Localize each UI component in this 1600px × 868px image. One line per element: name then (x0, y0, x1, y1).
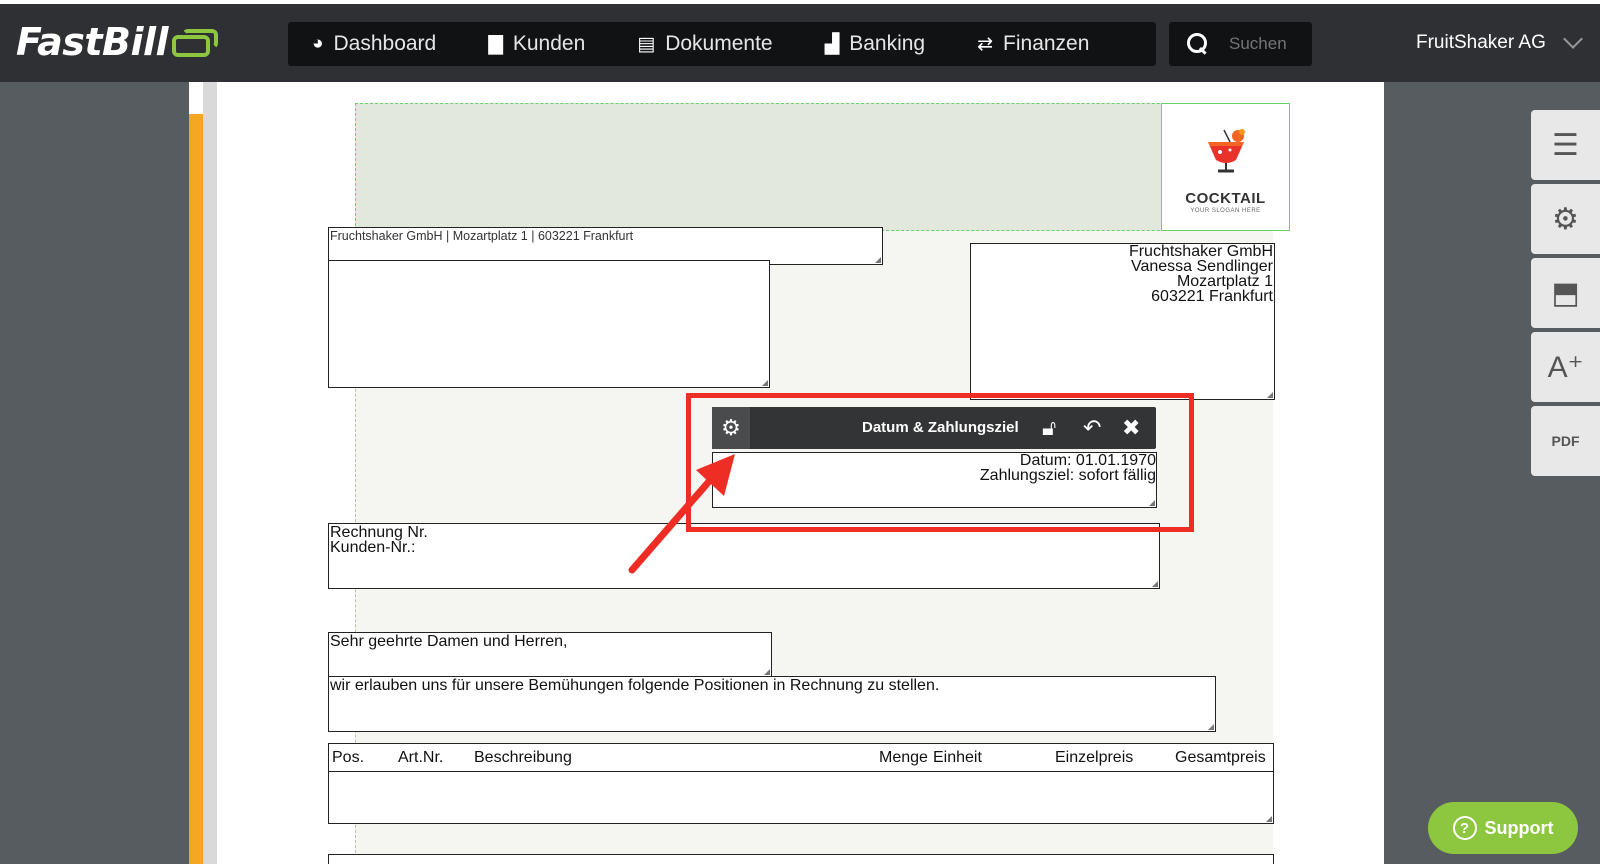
table-header: Pos. Art.Nr. Beschreibung Menge Einheit … (329, 744, 1273, 772)
greeting-block[interactable]: Sehr geehrte Damen und Herren, (328, 632, 772, 677)
logo-title: COCKTAIL (1185, 190, 1266, 207)
chevron-down-icon (1562, 29, 1583, 49)
address-street: Mozartplatz 1 (1176, 273, 1273, 290)
account-menu[interactable]: FruitShaker AG (1416, 29, 1583, 54)
settings-icon[interactable]: ⚙ (1531, 184, 1600, 254)
logo-slogan: YOUR SLOGAN HERE (1190, 208, 1261, 214)
vertical-ruler (189, 82, 203, 868)
nav-dashboard-label: Dashboard (333, 32, 437, 55)
nav-kunden[interactable]: ▇ Kunden (488, 32, 585, 56)
main-nav: ◕ Dashboard ▇ Kunden ▤ Dokumente ▟ Banki… (288, 22, 1156, 66)
column-header-menge: Menge (879, 749, 928, 766)
nav-kunden-label: Kunden (512, 32, 586, 55)
account-name: FruitShaker AG (1416, 32, 1546, 53)
column-header-einzelpreis: Einzelpreis (1055, 749, 1134, 766)
address-company: Fruchtshaker GmbH (1128, 243, 1273, 260)
transfer-icon: ⇄ (977, 33, 994, 55)
nav-banking-label: Banking (849, 32, 926, 55)
ruler-edge (203, 82, 217, 868)
annotation-highlight-frame (686, 393, 1194, 532)
briefcase-icon: ▇ (488, 33, 503, 55)
search-input[interactable] (1229, 34, 1309, 54)
column-header-pos: Pos. (332, 749, 365, 766)
pdf-download-icon[interactable]: PDF (1531, 406, 1600, 476)
column-header-beschreibung: Beschreibung (474, 749, 572, 766)
collapse-panel-icon[interactable]: ☰ (1531, 110, 1600, 180)
dashboard-icon: ◕ (312, 33, 324, 54)
recipient-address-block[interactable] (328, 260, 770, 388)
cocktail-glass-icon (1208, 129, 1245, 173)
column-header-einheit: Einheit (933, 749, 982, 766)
nav-finanzen-label: Finanzen (1003, 32, 1090, 55)
address-person: Vanessa Sendlinger (1130, 258, 1273, 275)
fastbill-logo[interactable]: FastBill (16, 20, 219, 64)
support-label: Support (1484, 817, 1554, 838)
left-panel (0, 82, 189, 868)
bar-chart-icon: ▟ (824, 33, 840, 55)
column-header-gesamtpreis: Gesamtpreis (1175, 749, 1266, 766)
add-text-icon[interactable]: A⁺ (1531, 332, 1600, 402)
address-city: 603221 Frankfurt (1151, 288, 1273, 305)
nav-dokumente[interactable]: ▤ Dokumente (637, 32, 772, 56)
search-icon[interactable] (1187, 33, 1209, 55)
logo-mark-icon (172, 27, 219, 57)
search-box (1169, 22, 1312, 66)
help-icon: ? (1452, 816, 1477, 840)
top-bar: FastBill ◕ Dashboard ▇ Kunden ▤ Dokument… (0, 0, 1600, 82)
document-icon: ▤ (637, 33, 656, 55)
nav-dashboard[interactable]: ◕ Dashboard (312, 32, 436, 56)
company-logo-block[interactable]: COCKTAIL YOUR SLOGAN HERE (1161, 103, 1290, 231)
company-address-block[interactable]: Fruchtshaker GmbH Vanessa Sendlinger Moz… (970, 243, 1275, 400)
bottom-edge (0, 864, 1600, 868)
annotation-arrow (628, 454, 735, 574)
column-header-artnr: Art.Nr. (398, 749, 444, 766)
nav-banking[interactable]: ▟ Banking (825, 32, 926, 56)
support-button[interactable]: ? Support (1428, 802, 1578, 854)
intro-text-block[interactable]: wir erlauben uns für unsere Bemühungen f… (328, 676, 1216, 732)
nav-dokumente-label: Dokumente (665, 32, 773, 55)
nav-finanzen[interactable]: ⇄ Finanzen (977, 32, 1089, 56)
positions-table[interactable]: Pos. Art.Nr. Beschreibung Menge Einheit … (328, 743, 1274, 824)
logo-text: FastBill (16, 20, 169, 64)
header-zone[interactable] (355, 103, 1290, 231)
image-upload-icon[interactable]: ⬒ (1531, 258, 1600, 328)
